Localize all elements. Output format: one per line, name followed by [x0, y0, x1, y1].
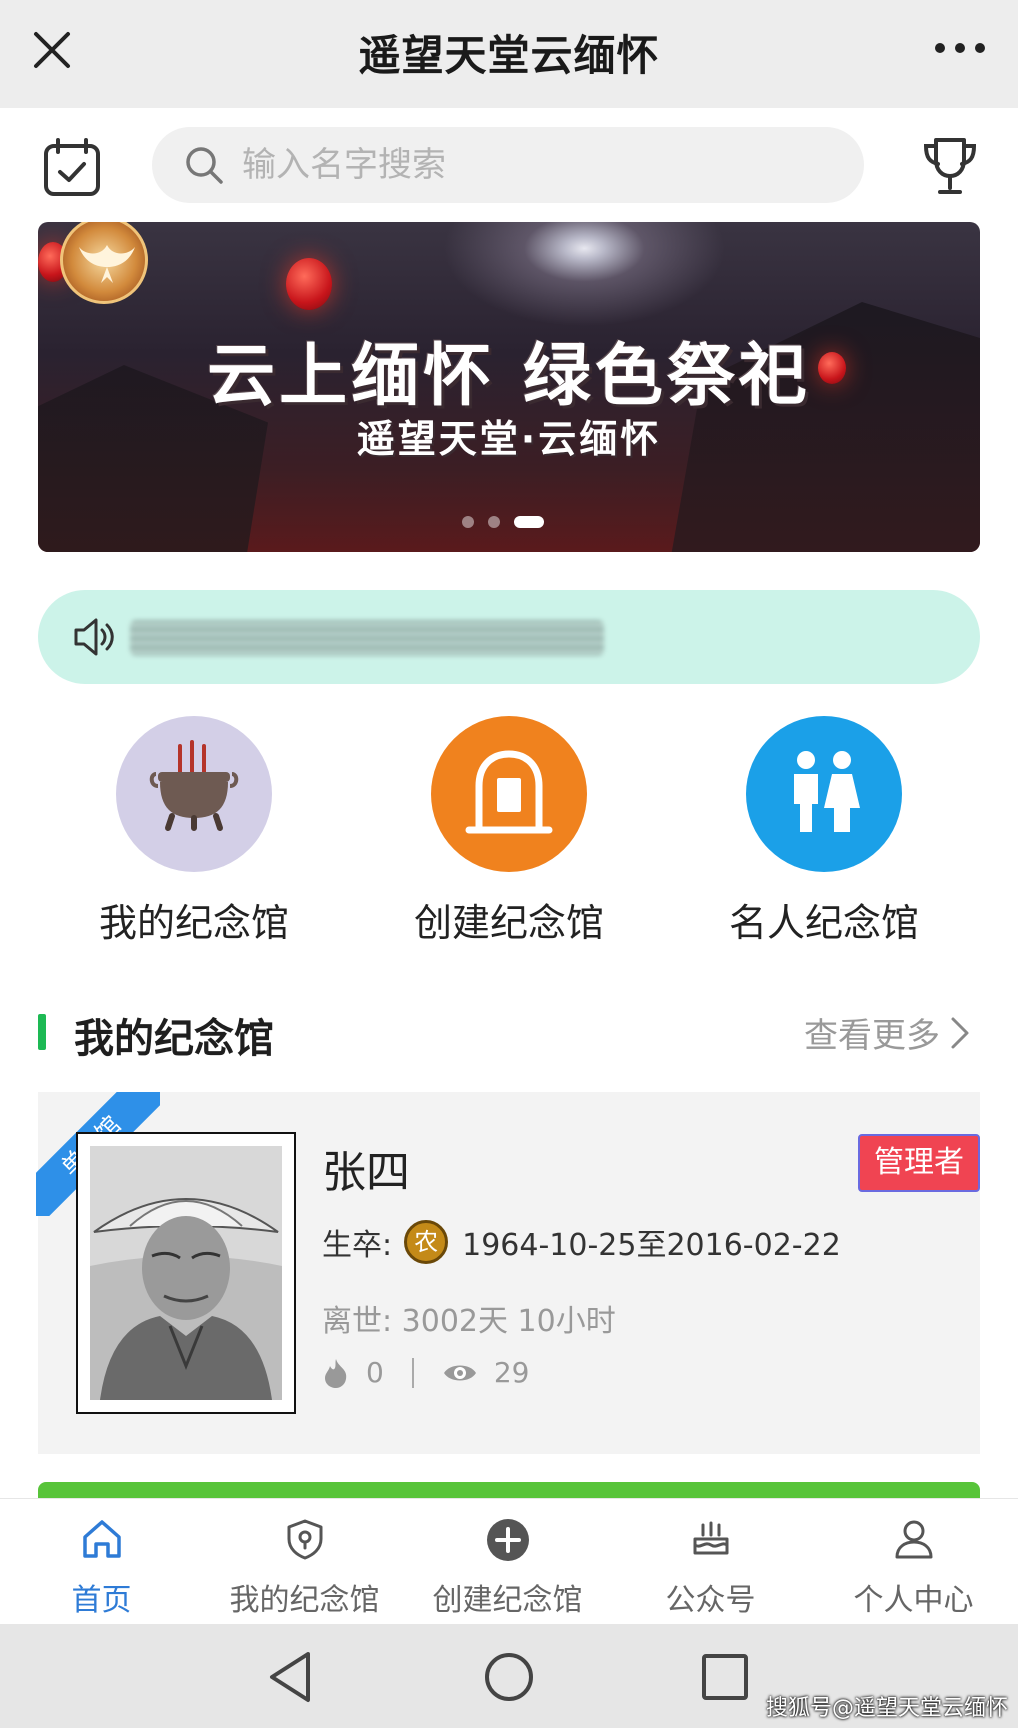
blurred-notice-text — [130, 620, 604, 656]
action-label: 我的纪念馆 — [98, 901, 289, 945]
life-dates: 生卒: 农 1964-10-25至2016-02-22 — [322, 1220, 841, 1264]
search-icon — [186, 147, 223, 184]
calendar-check-icon[interactable] — [40, 136, 104, 200]
action-icon-circle — [431, 716, 587, 872]
flame-count: 0 — [366, 1356, 384, 1389]
lunar-badge: 农 — [404, 1220, 449, 1264]
tab-label: 创建纪念馆 — [432, 1583, 583, 1618]
action-label: 名人纪念馆 — [728, 901, 919, 945]
action-my-memorial[interactable]: 我的纪念馆 — [44, 716, 344, 947]
tab-official-account[interactable]: 公众号 — [609, 1499, 812, 1625]
user-icon — [895, 1520, 932, 1559]
title-bar: 遥望天堂云缅怀 — [0, 0, 1018, 108]
tab-label: 我的纪念馆 — [229, 1583, 380, 1618]
section-accent-bar — [38, 1014, 46, 1050]
tab-label: 个人中心 — [853, 1583, 974, 1618]
time-passed: 离世: 3002天 10小时 — [322, 1304, 616, 1339]
action-label: 创建纪念馆 — [413, 901, 604, 945]
view-more-label: 查看更多 — [804, 1016, 940, 1056]
action-create-memorial[interactable]: 创建纪念馆 — [359, 716, 659, 947]
home-circle-icon[interactable] — [482, 1650, 536, 1704]
home-icon — [82, 1520, 121, 1558]
lantern-icon — [286, 258, 332, 310]
chevron-right-icon — [951, 1017, 969, 1048]
system-nav-bar: 搜狐号@遥望天堂云缅怀 — [0, 1624, 1018, 1728]
view-more-link[interactable]: 查看更多 — [804, 1008, 970, 1057]
carousel-dot-active[interactable] — [514, 516, 544, 528]
tab-create-memorial[interactable]: 创建纪念馆 — [406, 1499, 609, 1625]
action-icon-circle — [746, 716, 902, 872]
cake-icon — [693, 1521, 728, 1555]
quick-actions: 我的纪念馆 创建纪念馆 名人纪念馆 — [0, 716, 1018, 946]
search-input[interactable] — [242, 137, 822, 193]
watermark-text: 搜狐号@遥望天堂云缅怀 — [765, 1696, 1008, 1721]
search-row — [0, 108, 1018, 220]
banner-subline: 遥望天堂·云缅怀 — [356, 417, 662, 461]
portrait-image — [90, 1146, 282, 1400]
memorial-portrait[interactable] — [76, 1132, 296, 1414]
tab-label: 首页 — [71, 1583, 132, 1618]
tab-home[interactable]: 首页 — [0, 1499, 203, 1625]
view-count: 29 — [493, 1356, 530, 1389]
memorial-stats: 0 29 — [322, 1356, 529, 1389]
notice-bar[interactable] — [38, 590, 980, 684]
people-icon — [794, 751, 860, 832]
memorial-card[interactable]: 单人馆 张四 管理者 生卒: 农 1964-10-25至2016-02-22 离… — [36, 1092, 980, 1454]
carousel-dot[interactable] — [462, 516, 474, 528]
trophy-icon[interactable] — [918, 134, 982, 198]
speaker-icon — [74, 618, 114, 656]
tab-profile[interactable]: 个人中心 — [812, 1499, 1015, 1625]
page-title: 遥望天堂云缅怀 — [358, 31, 660, 80]
tab-label: 公众号 — [665, 1583, 756, 1618]
flame-icon — [325, 1358, 347, 1388]
role-badge: 管理者 — [858, 1134, 980, 1192]
phoenix-logo-icon — [60, 222, 148, 304]
back-triangle-icon[interactable] — [266, 1650, 316, 1704]
shield-location-icon — [287, 1519, 322, 1560]
incense-burner-icon — [149, 740, 239, 831]
carousel-indicator — [462, 516, 544, 528]
dates-label: 生卒: — [322, 1228, 393, 1263]
tombstone-icon — [465, 750, 553, 834]
search-box[interactable] — [152, 127, 864, 203]
recents-square-icon[interactable] — [700, 1652, 750, 1702]
tab-my-memorial[interactable]: 我的纪念馆 — [203, 1499, 406, 1625]
memorial-name: 张四 — [322, 1147, 410, 1198]
carousel-dot[interactable] — [488, 516, 500, 528]
plus-circle-icon — [486, 1519, 529, 1561]
bottom-tab-bar: 首页 我的纪念馆 创建纪念馆 公众号 个人中心 — [0, 1498, 1018, 1624]
banner-headline: 云上缅怀 绿色祭祀 — [207, 337, 811, 416]
promo-banner[interactable]: 云上缅怀 绿色祭祀 遥望天堂·云缅怀 — [38, 222, 980, 552]
section-title: 我的纪念馆 — [74, 1016, 274, 1062]
dates-value: 1964-10-25至2016-02-22 — [462, 1228, 841, 1263]
more-dots-icon[interactable] — [932, 38, 988, 58]
eye-icon — [443, 1365, 476, 1380]
stats-divider — [411, 1357, 414, 1388]
section-header: 我的纪念馆 查看更多 — [38, 1004, 980, 1062]
action-icon-circle — [116, 716, 272, 872]
action-celebrity-memorial[interactable]: 名人纪念馆 — [674, 716, 974, 947]
